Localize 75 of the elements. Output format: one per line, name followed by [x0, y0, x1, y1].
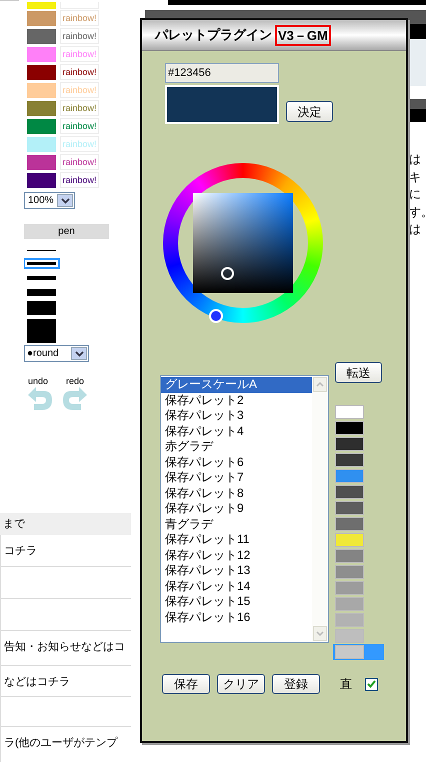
- palette-list-item[interactable]: 保存パレット15: [161, 594, 312, 610]
- color-swatch[interactable]: [27, 100, 56, 116]
- palette-list-item[interactable]: 保存パレット14: [161, 578, 312, 594]
- direct-checkbox[interactable]: [365, 678, 378, 690]
- palette-list-item[interactable]: 保存パレット4: [161, 424, 312, 439]
- palette-list-item[interactable]: 保存パレット13: [161, 563, 312, 578]
- page-link[interactable]: などはコチラ: [4, 676, 70, 688]
- palette-list-item[interactable]: 保存パレット12: [161, 548, 312, 563]
- undo-icon[interactable]: [26, 386, 53, 411]
- page-link[interactable]: 告知・お知らせなどはコ: [4, 641, 125, 653]
- pen-size-option[interactable]: [24, 258, 60, 269]
- palette-list-item[interactable]: 保存パレット9: [161, 501, 312, 516]
- cap-select[interactable]: ●round: [24, 345, 89, 362]
- color-swatch[interactable]: [27, 154, 56, 170]
- palette-list-item[interactable]: 保存パレット16: [161, 610, 312, 625]
- palette-list-item[interactable]: 保存パレット11: [161, 532, 312, 548]
- saturation-cursor[interactable]: [221, 267, 234, 280]
- rainbow-sample[interactable]: rainbow!: [60, 172, 99, 188]
- zoom-select[interactable]: 100%: [24, 192, 75, 209]
- rainbow-sample[interactable]: rainbow!: [60, 118, 99, 134]
- send-button[interactable]: 転送: [335, 362, 382, 383]
- action-button[interactable]: 登録: [272, 674, 320, 694]
- action-button[interactable]: クリア: [217, 674, 265, 694]
- color-swatch[interactable]: [27, 10, 56, 26]
- list-row[interactable]: [0, 697, 131, 727]
- scrollbar[interactable]: [312, 376, 328, 642]
- list-row[interactable]: などはコチラ: [0, 666, 131, 697]
- palette-list-item[interactable]: 赤グラデ: [161, 439, 312, 454]
- color-swatch[interactable]: [27, 136, 56, 152]
- list-row[interactable]: コチラ: [0, 535, 131, 567]
- article-text: す。: [409, 204, 426, 220]
- color-swatch[interactable]: [27, 46, 56, 62]
- article-text: キ: [409, 170, 422, 185]
- hue-cursor[interactable]: [209, 309, 223, 323]
- scroll-down-icon[interactable]: [313, 626, 327, 641]
- color-swatch[interactable]: [27, 172, 56, 188]
- section-header: まで: [0, 513, 131, 535]
- palette-list-item[interactable]: 保存パレット6: [161, 454, 312, 470]
- color-swatch[interactable]: [27, 118, 56, 134]
- rainbow-sample[interactable]: rainbow!: [60, 100, 99, 116]
- list-row[interactable]: [0, 567, 131, 599]
- palette-list-item[interactable]: 保存パレット3: [161, 408, 312, 424]
- color-swatch[interactable]: [27, 64, 56, 80]
- palette-list-item[interactable]: 保存パレット7: [161, 470, 312, 486]
- rainbow-sample[interactable]: rainbow!: [60, 154, 99, 170]
- palette-list-item[interactable]: 青グラデ: [161, 516, 312, 532]
- saturation-square[interactable]: [193, 193, 293, 293]
- color-swatch[interactable]: [27, 82, 56, 98]
- action-button[interactable]: 保存: [162, 674, 210, 694]
- palette-list-item[interactable]: 保存パレット2: [161, 392, 312, 408]
- palette-list-item[interactable]: 保存パレット8: [161, 486, 312, 501]
- rainbow-sample[interactable]: rainbow!: [60, 28, 99, 44]
- redo-icon[interactable]: [62, 386, 89, 411]
- palette-list-item[interactable]: グレースケールA: [161, 377, 312, 392]
- color-swatch[interactable]: [27, 2, 56, 9]
- list-row[interactable]: [0, 599, 131, 631]
- list-row[interactable]: 告知・お知らせなどはコ: [0, 631, 131, 666]
- list-row[interactable]: ラ(他のユーザがテンプ: [0, 727, 131, 762]
- dialog-title: パレットプラグイン: [155, 26, 272, 44]
- article-text: は: [409, 222, 422, 238]
- direct-label: 直: [340, 676, 352, 693]
- rainbow-sample[interactable]: rainbow!: [60, 64, 99, 80]
- palette-color[interactable]: [333, 644, 384, 660]
- article-text: は: [409, 152, 422, 168]
- version-label: V3－GM: [275, 24, 331, 46]
- undo-label: undo: [28, 376, 48, 386]
- apply-button[interactable]: 決定: [286, 101, 333, 122]
- color-swatch[interactable]: [27, 28, 56, 44]
- page-link[interactable]: ラ(他のユーザがテンプ: [4, 737, 118, 749]
- scroll-up-icon[interactable]: [313, 377, 327, 392]
- redo-label: redo: [66, 376, 84, 386]
- page-link[interactable]: コチラ: [4, 545, 37, 557]
- pen-header: pen: [24, 224, 109, 239]
- color-code-field[interactable]: #123456: [165, 63, 279, 83]
- article-text: に: [409, 187, 422, 202]
